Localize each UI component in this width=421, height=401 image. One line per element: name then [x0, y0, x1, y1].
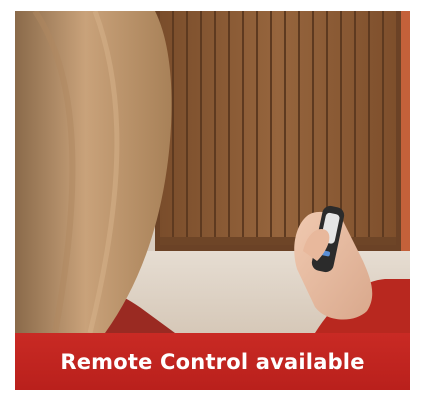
caption-text: Remote Control available — [60, 349, 365, 374]
promo-tile: Remote Control available — [15, 11, 410, 390]
caption-bar: Remote Control available — [15, 333, 410, 390]
woman-with-remote-photo — [15, 11, 410, 333]
garage-door — [160, 11, 396, 243]
door-bottom-rail — [160, 237, 396, 245]
